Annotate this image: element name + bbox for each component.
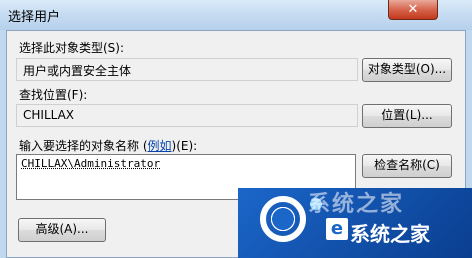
watermark-faint-text: 系统之家 bbox=[308, 192, 405, 217]
advanced-button[interactable]: 高级(A)... bbox=[18, 218, 106, 242]
close-icon: ✕ bbox=[407, 2, 419, 17]
object-names-label: 输入要选择的对象名称 (例如)(E): bbox=[19, 139, 198, 153]
examples-link[interactable]: 例如 bbox=[148, 139, 172, 153]
object-types-button[interactable]: 对象类型(O)... bbox=[362, 58, 452, 82]
location-field: CHILLAX bbox=[16, 104, 358, 127]
object-names-value: CHILLAX\Administrator bbox=[21, 157, 161, 170]
close-button[interactable]: ✕ bbox=[388, 0, 438, 20]
locations-button[interactable]: 位置(L)... bbox=[362, 104, 452, 128]
object-type-label: 选择此对象类型(S): bbox=[19, 41, 125, 55]
check-names-button[interactable]: 检查名称(C) bbox=[362, 154, 452, 178]
site-watermark: 系统之家 e 系统之家 bbox=[238, 188, 472, 258]
watermark-text: 系统之家 bbox=[350, 222, 430, 246]
object-type-field: 用户或内置安全主体 bbox=[16, 58, 358, 81]
watermark-logo-icon bbox=[260, 196, 306, 242]
watermark-e-icon: e bbox=[326, 218, 348, 240]
location-label: 查找位置(F): bbox=[19, 88, 88, 102]
object-type-value: 用户或内置安全主体 bbox=[23, 64, 132, 78]
location-value: CHILLAX bbox=[23, 108, 75, 122]
window-title: 选择用户 bbox=[8, 10, 61, 25]
title-bar: 选择用户 ✕ bbox=[0, 0, 472, 30]
